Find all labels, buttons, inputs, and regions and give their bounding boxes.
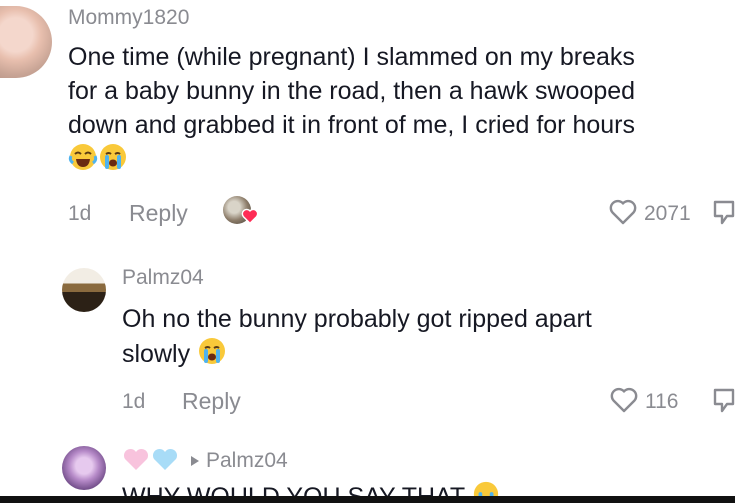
reply-arrow-icon	[190, 454, 200, 472]
comment-username[interactable]: Mommy1820	[68, 6, 189, 30]
dislike-icon[interactable]	[712, 386, 735, 421]
crying-face-icon	[472, 480, 500, 496]
comment-text-line: down and grabbed it in front of me, I cr…	[68, 111, 635, 139]
comment-text: One time (while pregnant) I slammed on m…	[68, 40, 733, 178]
comment-text-line: slowly	[122, 340, 191, 369]
like-count: 116	[645, 390, 679, 413]
dislike-icon[interactable]	[712, 198, 735, 233]
reply-button[interactable]: Reply	[129, 200, 188, 227]
comment-text-partial: WHY WOULD YOU SAY THAT	[122, 480, 542, 496]
laughing-face-icon	[68, 142, 98, 181]
comment-text-line-2: slowly	[122, 336, 722, 375]
bottom-edge-bar	[0, 496, 735, 503]
comment-age: 1d	[122, 390, 146, 413]
comment-text-line: One time (while pregnant) I slammed on m…	[68, 43, 635, 71]
like-heart-icon[interactable]	[609, 386, 639, 419]
pink-heart-icon	[122, 448, 150, 477]
creator-liked-badge	[223, 196, 259, 228]
blue-heart-icon	[151, 448, 179, 477]
crying-face-icon	[98, 142, 128, 181]
avatar[interactable]	[62, 446, 106, 490]
crying-face-icon	[197, 336, 227, 375]
like-heart-icon[interactable]	[608, 198, 638, 231]
heart-icon	[241, 208, 259, 229]
reply-button[interactable]: Reply	[182, 388, 241, 415]
comment-username[interactable]: Palmz04	[122, 266, 204, 290]
comment-age: 1d	[68, 202, 92, 225]
reply-to-username[interactable]: Palmz04	[206, 449, 288, 473]
comment-text-line: for a baby bunny in the road, then a haw…	[68, 77, 636, 105]
comment-text: Oh no the bunny probably got ripped apar…	[122, 302, 722, 375]
comment-text-line: Oh no the bunny probably got ripped apar…	[122, 305, 592, 333]
like-count: 2071	[644, 202, 691, 225]
comment-text: WHY WOULD YOU SAY THAT	[122, 483, 465, 496]
avatar[interactable]	[62, 268, 106, 312]
avatar[interactable]	[0, 6, 52, 78]
comment-emojis	[68, 142, 733, 178]
